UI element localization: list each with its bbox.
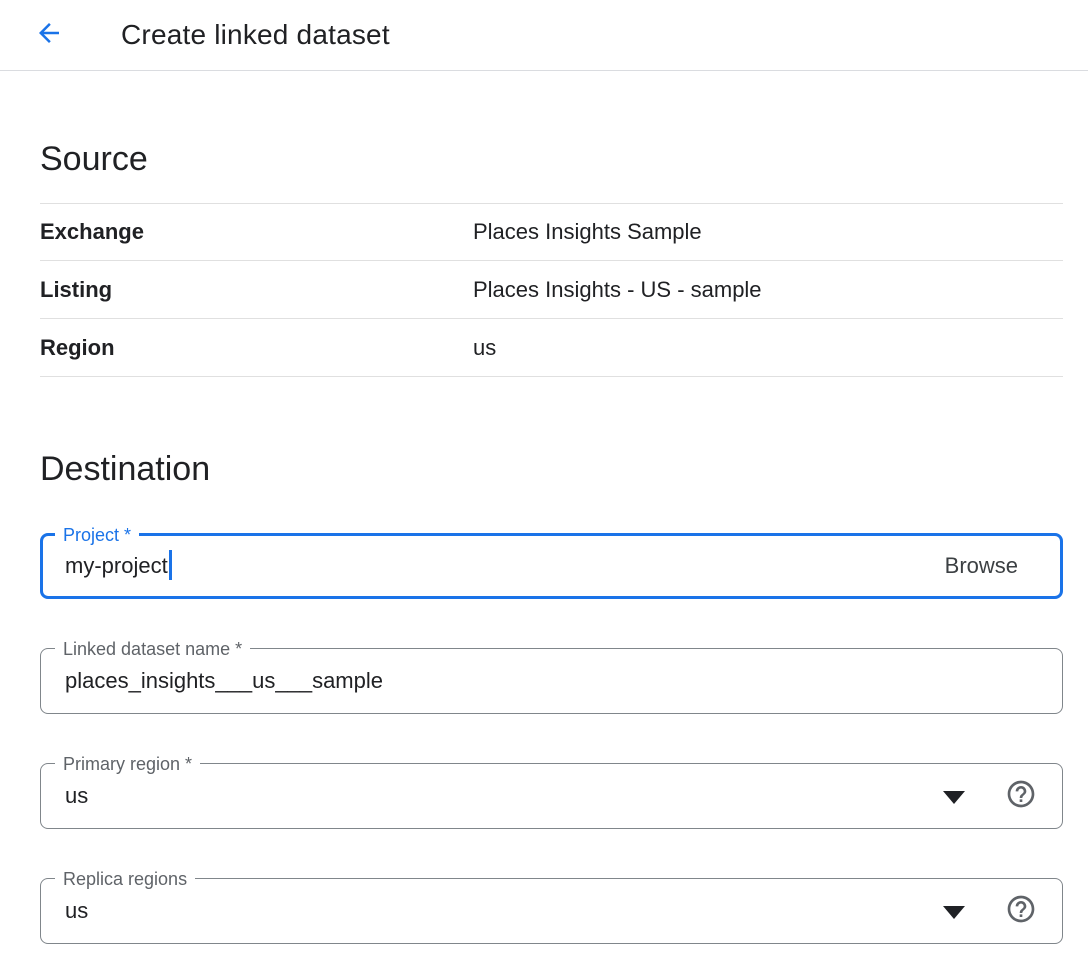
- page-title: Create linked dataset: [121, 19, 390, 51]
- back-button[interactable]: [33, 19, 65, 51]
- caret-down-icon[interactable]: [943, 791, 965, 804]
- project-field[interactable]: Project * my-project Browse: [40, 533, 1063, 599]
- create-linked-dataset-page: Create linked dataset Source Exchange Pl…: [0, 0, 1088, 976]
- exchange-value: Places Insights Sample: [473, 219, 702, 245]
- linked-dataset-name-input[interactable]: places_insights___us___sample: [65, 668, 383, 694]
- help-circle-icon: [1005, 893, 1037, 930]
- project-field-label: Project *: [55, 523, 139, 547]
- browse-button[interactable]: Browse: [945, 553, 1038, 579]
- replica-regions-value: us: [65, 898, 88, 924]
- exchange-label: Exchange: [40, 219, 473, 245]
- linked-dataset-name-field[interactable]: Linked dataset name * places_insights___…: [40, 648, 1063, 714]
- primary-region-label: Primary region *: [55, 752, 200, 776]
- replica-regions-dropdown[interactable]: Replica regions us: [40, 878, 1063, 944]
- caret-down-icon[interactable]: [943, 906, 965, 919]
- arrow-back-icon: [34, 18, 64, 53]
- destination-section-heading: Destination: [40, 447, 1063, 491]
- source-section-heading: Source: [40, 137, 1063, 181]
- region-label: Region: [40, 335, 473, 361]
- listing-value: Places Insights - US - sample: [473, 277, 762, 303]
- table-row-region: Region us: [40, 319, 1063, 377]
- replica-regions-label: Replica regions: [55, 867, 195, 891]
- replica-regions-help-button[interactable]: [1005, 895, 1037, 927]
- linked-dataset-name-label: Linked dataset name *: [55, 637, 250, 661]
- primary-region-dropdown[interactable]: Primary region * us: [40, 763, 1063, 829]
- project-input[interactable]: my-project: [65, 553, 168, 579]
- page-header: Create linked dataset: [0, 0, 1088, 71]
- primary-region-value: us: [65, 783, 88, 809]
- text-cursor: [169, 550, 172, 580]
- help-circle-icon: [1005, 778, 1037, 815]
- region-value: us: [473, 335, 496, 361]
- table-row-exchange: Exchange Places Insights Sample: [40, 203, 1063, 261]
- primary-region-help-button[interactable]: [1005, 780, 1037, 812]
- page-content: Source Exchange Places Insights Sample L…: [0, 137, 1088, 944]
- listing-label: Listing: [40, 277, 473, 303]
- source-info-table: Exchange Places Insights Sample Listing …: [40, 203, 1063, 377]
- table-row-listing: Listing Places Insights - US - sample: [40, 261, 1063, 319]
